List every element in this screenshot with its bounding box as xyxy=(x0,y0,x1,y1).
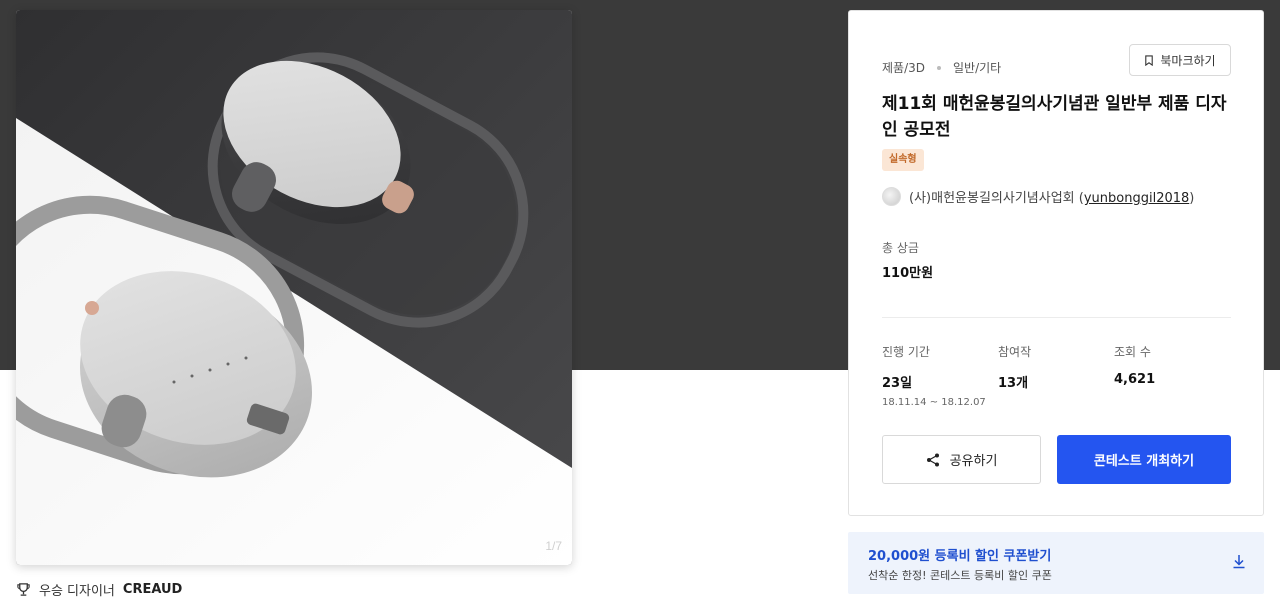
stat-value: 23일 xyxy=(882,376,913,391)
host-name: (사)매헌윤봉길의사기념사업회 (yunbonggil2018) xyxy=(909,191,1195,206)
divider xyxy=(882,317,1231,318)
stat-views: 조회 수 4,621 xyxy=(1114,343,1155,387)
prize-value: 110만원 xyxy=(882,266,934,281)
download-icon[interactable] xyxy=(1232,554,1246,569)
share-button[interactable]: 공유하기 xyxy=(882,435,1041,484)
share-label: 공유하기 xyxy=(949,454,998,469)
stat-duration: 진행 기간 23일 18.11.14 ~ 18.12.07 xyxy=(882,343,986,408)
bookmark-button[interactable]: 북마크하기 xyxy=(1129,44,1231,76)
gallery-page-counter: 1/7 xyxy=(545,539,562,553)
product-image[interactable]: 1/7 xyxy=(16,10,572,565)
product-render xyxy=(16,10,572,565)
contest-host: (사)매헌윤봉길의사기념사업회 (yunbonggil2018) xyxy=(882,187,1194,206)
stat-label: 진행 기간 xyxy=(882,345,930,359)
coupon-subtitle: 선착순 한정! 콘테스트 등록비 할인 쿠폰 xyxy=(868,569,1052,582)
stat-value: 13개 xyxy=(998,376,1029,391)
stat-entries: 참여작 13개 xyxy=(998,343,1031,391)
category-link[interactable]: 제품/3D xyxy=(882,59,925,76)
winner-name[interactable]: CREAUD xyxy=(123,582,182,597)
breadcrumb-separator xyxy=(937,65,941,70)
coupon-title: 20,000원 등록비 할인 쿠폰받기 xyxy=(868,549,1052,564)
coupon-banner[interactable]: 20,000원 등록비 할인 쿠폰받기 선착순 한정! 콘테스트 등록비 할인 … xyxy=(848,532,1264,594)
contest-info-panel: 제품/3D 일반/기타 북마크하기 제11회 매헌윤봉길의사기념관 일반부 제품… xyxy=(848,10,1264,516)
prize-label: 총 상금 xyxy=(882,241,919,255)
winner-prefix: 우승 디자이너 xyxy=(39,584,115,599)
host-contest-button[interactable]: 콘테스트 개최하기 xyxy=(1057,435,1231,484)
share-icon xyxy=(926,453,939,466)
contest-title: 제11회 매헌윤봉길의사기념관 일반부 제품 디자인 공모전 xyxy=(882,94,1227,140)
trophy-icon xyxy=(17,583,30,596)
stat-label: 조회 수 xyxy=(1114,345,1151,359)
subcategory-link[interactable]: 일반/기타 xyxy=(953,59,1001,76)
stat-label: 참여작 xyxy=(998,345,1032,359)
bookmark-label: 북마크하기 xyxy=(1160,53,1216,68)
host-avatar[interactable] xyxy=(882,187,901,206)
winner-info: 우승 디자이너 CREAUD xyxy=(16,580,182,599)
category-breadcrumb: 제품/3D 일반/기타 xyxy=(882,59,1001,76)
bookmark-icon xyxy=(1145,54,1154,66)
stat-value: 4,621 xyxy=(1114,372,1156,387)
contest-type-badge: 실속형 xyxy=(882,149,924,171)
host-handle-link[interactable]: yunbonggil2018 xyxy=(1084,191,1189,206)
stat-date-range: 18.11.14 ~ 18.12.07 xyxy=(882,397,986,408)
